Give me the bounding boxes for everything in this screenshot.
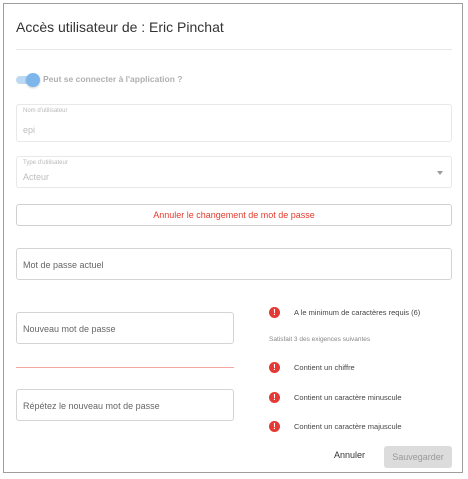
- cancel-password-change-button[interactable]: Annuler le changement de mot de passe: [16, 204, 452, 226]
- repeat-password-placeholder: Répétez le nouveau mot de passe: [23, 401, 160, 411]
- repeat-password-input[interactable]: Répétez le nouveau mot de passe: [16, 389, 234, 421]
- username-field: Nom d'utilisateur epi: [16, 104, 452, 142]
- error-icon: !: [269, 362, 280, 373]
- toggle-label: Peut se connecter à l'application ?: [43, 74, 183, 84]
- chevron-down-icon: [437, 171, 443, 175]
- requirement-lowercase-text: Contient un caractère minuscule: [294, 393, 402, 402]
- current-password-placeholder: Mot de passe actuel: [23, 260, 104, 270]
- requirements-note: Satisfait 3 des exigences suivantes: [269, 336, 371, 343]
- new-password-placeholder: Nouveau mot de passe: [23, 324, 116, 334]
- toggle-thumb: [26, 73, 40, 87]
- dialog-title: Accès utilisateur de : Eric Pinchat: [16, 19, 224, 35]
- requirement-min-chars-text: A le minimum de caractères requis (6): [294, 308, 421, 317]
- error-icon: !: [269, 421, 280, 432]
- user-type-select[interactable]: Type d'utilisateur Acteur: [16, 156, 452, 188]
- requirement-uppercase-text: Contient un caractère majuscule: [294, 422, 402, 431]
- error-icon: !: [269, 392, 280, 403]
- username-label: Nom d'utilisateur: [23, 108, 68, 114]
- new-password-input[interactable]: Nouveau mot de passe: [16, 312, 234, 344]
- error-icon: !: [269, 307, 280, 318]
- requirement-digit-text: Contient un chiffre: [294, 363, 355, 372]
- save-button[interactable]: Sauvegarder: [384, 446, 452, 468]
- title-divider: [16, 49, 452, 50]
- user-type-value: Acteur: [23, 172, 50, 182]
- username-value: epi: [23, 125, 36, 135]
- login-toggle[interactable]: [16, 73, 40, 87]
- current-password-input[interactable]: Mot de passe actuel: [16, 248, 452, 280]
- user-type-label: Type d'utilisateur: [23, 160, 68, 166]
- password-strength-bar: [16, 367, 234, 368]
- cancel-button[interactable]: Annuler: [334, 450, 365, 460]
